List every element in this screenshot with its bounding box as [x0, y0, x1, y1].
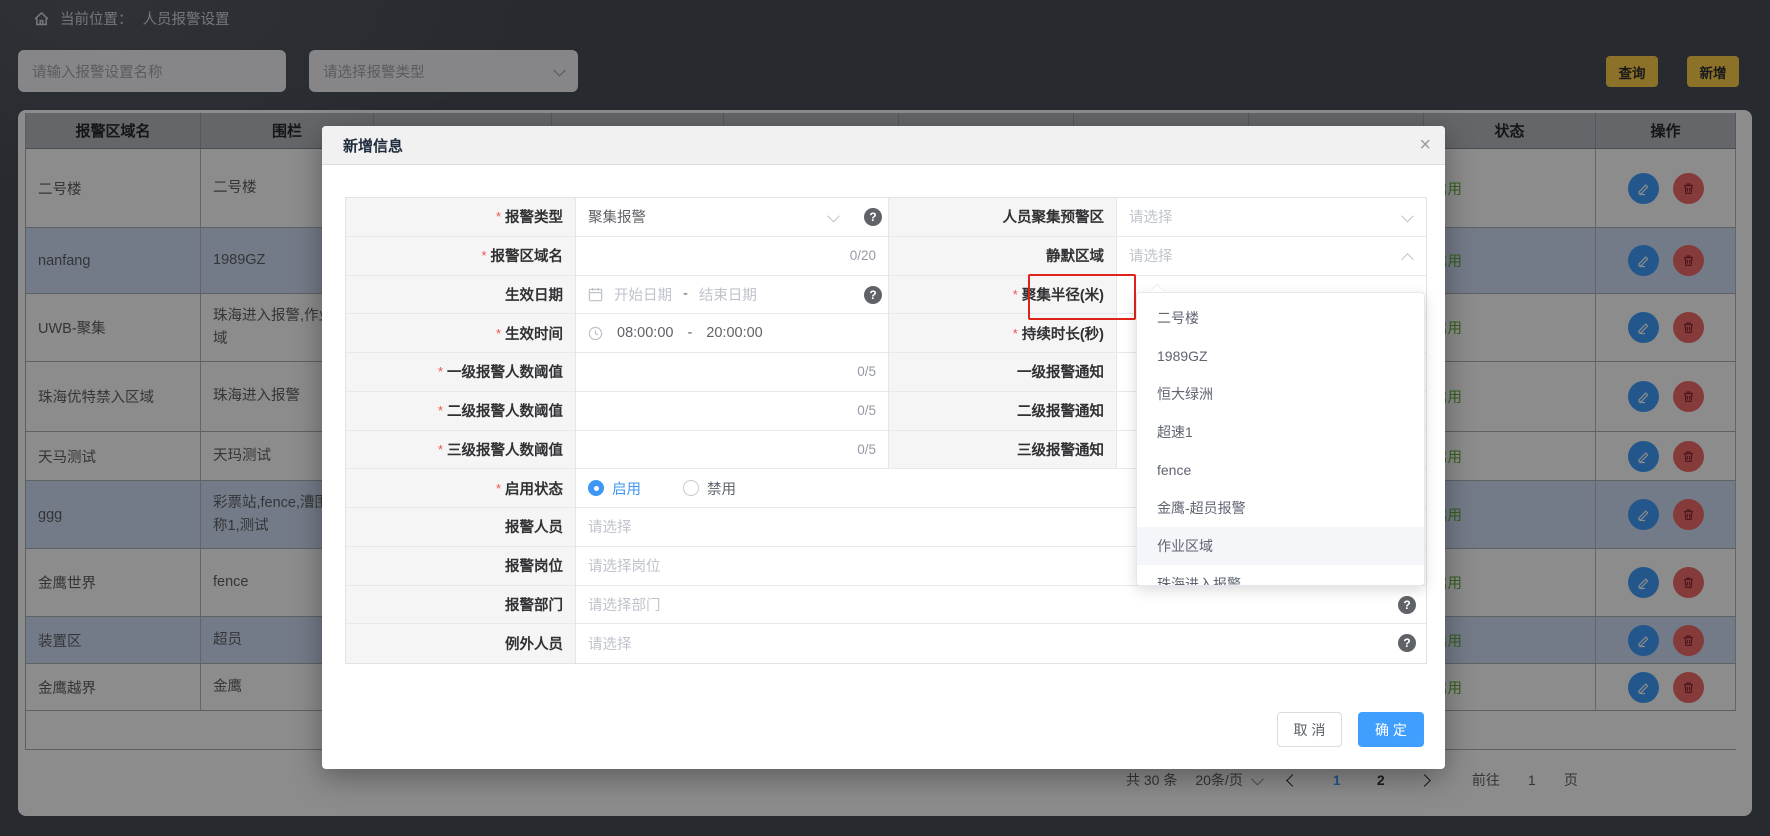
cancel-button[interactable]: 取 消	[1277, 712, 1342, 747]
radio-enabled[interactable]	[588, 480, 604, 496]
alarm-dept-field[interactable]: 请选择部门 ?	[576, 586, 1426, 624]
dropdown-option[interactable]: fence	[1137, 451, 1424, 489]
field-label-gather-radius: *聚集半径(米)	[889, 276, 1117, 314]
silent-area-field[interactable]: 请选择	[1117, 237, 1426, 275]
l3-threshold-input[interactable]: 0/5	[576, 431, 889, 469]
char-counter: 0/20	[850, 248, 876, 263]
time-separator: -	[687, 325, 692, 341]
help-icon[interactable]: ?	[1398, 596, 1416, 614]
dropdown-caret	[1150, 285, 1164, 292]
end-time-value: 20:00:00	[706, 325, 762, 341]
field-label-alarm-dept: 报警部门	[346, 586, 576, 624]
effective-time-field[interactable]: 08:00:00 - 20:00:00	[576, 314, 889, 352]
modal-header: 新增信息 ×	[322, 126, 1445, 165]
effective-date-field[interactable]: 开始日期 - 结束日期 ?	[576, 276, 889, 314]
field-label-l1-threshold: *一级报警人数阈值	[346, 353, 576, 391]
chevron-down-icon	[1401, 210, 1414, 223]
dropdown-panel: 二号楼1989GZ恒大绿洲超速1fence金鹰-超员报警作业区域珠海进入报警	[1136, 292, 1425, 586]
help-icon[interactable]: ?	[864, 286, 882, 304]
field-label-area-name: *报警区域名	[346, 237, 576, 275]
field-label-duration: *持续时长(秒)	[889, 314, 1117, 352]
field-label-l1-notify: 一级报警通知	[889, 353, 1117, 391]
field-label-silent-area: 静默区域	[889, 237, 1117, 275]
area-name-input[interactable]: 0/20	[576, 237, 889, 275]
except-person-field[interactable]: 请选择 ?	[576, 624, 1426, 663]
field-label-l3-notify: 三级报警通知	[889, 431, 1117, 469]
help-icon[interactable]: ?	[1398, 634, 1416, 652]
start-time-value: 08:00:00	[617, 325, 673, 341]
dropdown-option[interactable]: 1989GZ	[1137, 337, 1424, 375]
radio-disabled[interactable]	[683, 480, 699, 496]
alarm-type-value: 聚集报警	[588, 206, 646, 227]
radio-enabled-label: 启用	[612, 478, 641, 499]
field-label-l2-notify: 二级报警通知	[889, 392, 1117, 430]
dropdown-option[interactable]: 珠海进入报警	[1137, 565, 1424, 586]
radio-disabled-label: 禁用	[707, 478, 736, 499]
dropdown-option[interactable]: 超速1	[1137, 413, 1424, 451]
confirm-button[interactable]: 确 定	[1358, 712, 1424, 747]
dropdown-option[interactable]: 金鹰-超员报警	[1137, 489, 1424, 527]
help-icon[interactable]: ?	[864, 208, 882, 226]
field-label-effective-date: 生效日期	[346, 276, 576, 314]
field-label-l2-threshold: *二级报警人数阈值	[346, 392, 576, 430]
field-label-enable-status: *启用状态	[346, 469, 576, 507]
dropdown-option[interactable]: 恒大绿洲	[1137, 375, 1424, 413]
dropdown-option[interactable]: 作业区域	[1137, 527, 1424, 565]
calendar-icon	[588, 287, 603, 302]
chevron-down-icon	[827, 210, 840, 223]
screen: 当前位置： 人员报警设置 请输入报警设置名称 请选择报警类型 查询 新增 报警区…	[0, 0, 1770, 836]
field-label-l3-threshold: *三级报警人数阈值	[346, 431, 576, 469]
field-label-effective-time: *生效时间	[346, 314, 576, 352]
field-label-alarm-type: *报警类型	[346, 198, 576, 236]
field-label-gather-warn-area: 人员聚集预警区	[889, 198, 1117, 236]
gather-warn-area-field[interactable]: 请选择	[1117, 198, 1426, 236]
silent-area-dropdown: 二号楼1989GZ恒大绿洲超速1fence金鹰-超员报警作业区域珠海进入报警	[1136, 292, 1425, 586]
field-label-alarm-person: 报警人员	[346, 508, 576, 546]
l1-threshold-input[interactable]: 0/5	[576, 353, 889, 391]
clock-icon	[588, 326, 603, 341]
close-icon[interactable]: ×	[1419, 135, 1431, 155]
date-separator: -	[683, 286, 688, 302]
start-date-placeholder: 开始日期	[614, 284, 672, 305]
chevron-up-icon	[1401, 253, 1414, 266]
modal-title: 新增信息	[343, 135, 403, 156]
end-date-placeholder: 结束日期	[699, 284, 757, 305]
l2-threshold-input[interactable]: 0/5	[576, 392, 889, 430]
field-label-alarm-post: 报警岗位	[346, 547, 576, 585]
alarm-type-field[interactable]: 聚集报警 ?	[576, 198, 889, 236]
dropdown-option[interactable]: 二号楼	[1137, 299, 1424, 337]
field-label-except-person: 例外人员	[346, 624, 576, 663]
